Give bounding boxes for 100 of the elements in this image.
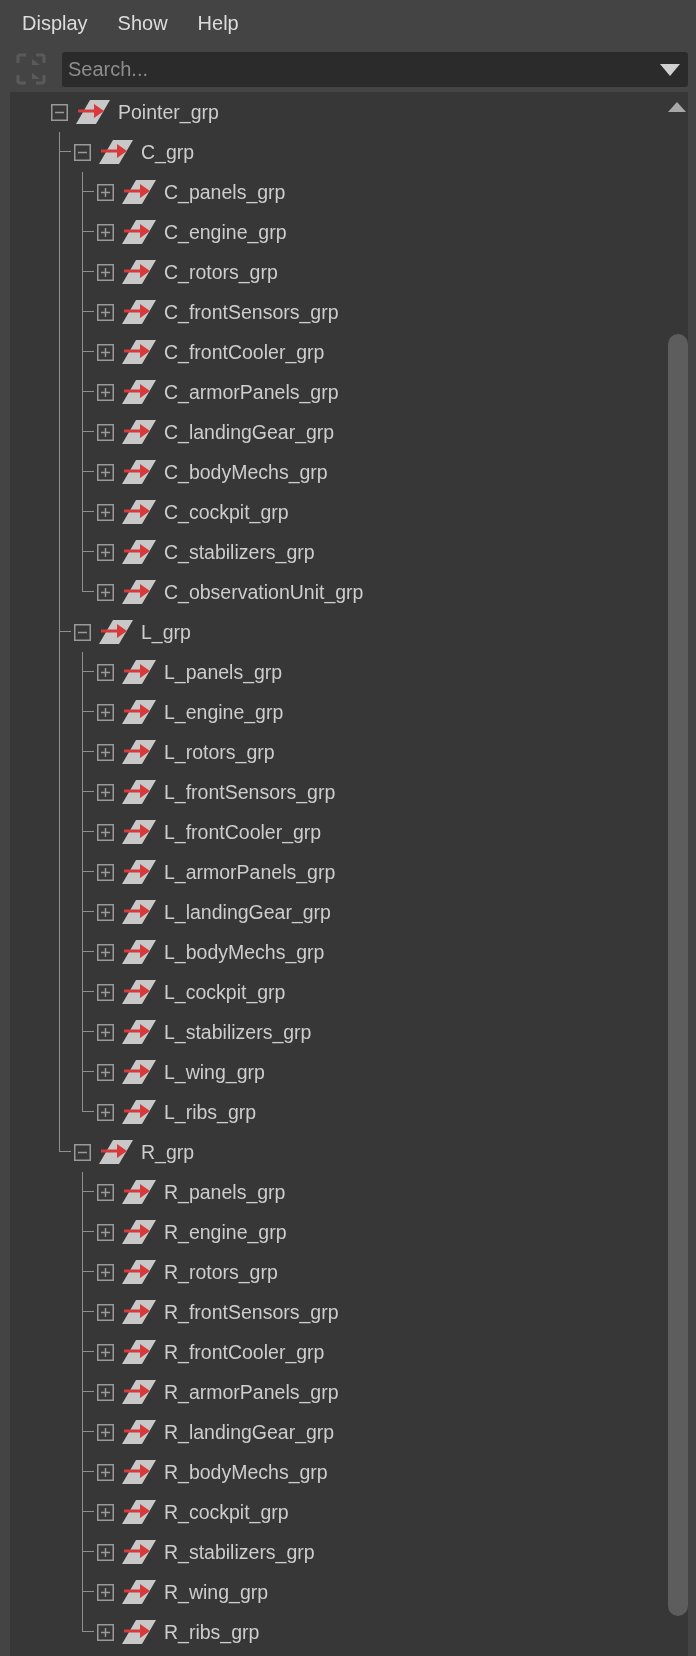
node-label[interactable]: L_bodyMechs_grp <box>164 940 325 964</box>
expand-toggle[interactable] <box>97 1263 114 1281</box>
expand-toggle[interactable] <box>97 1583 114 1601</box>
scroll-up-arrow-icon[interactable] <box>668 102 686 112</box>
expand-toggle[interactable] <box>97 1303 114 1321</box>
transform-arrow-icon <box>122 499 156 525</box>
expand-toggle[interactable] <box>97 783 114 801</box>
expand-toggle[interactable] <box>97 1023 114 1041</box>
expand-toggle[interactable] <box>97 223 114 241</box>
node-label[interactable]: Pointer_grp <box>118 100 219 124</box>
node-label[interactable]: L_grp <box>141 620 191 644</box>
transform-arrow-icon <box>122 1419 156 1445</box>
expand-toggle[interactable] <box>97 423 114 441</box>
node-label[interactable]: C_frontCooler_grp <box>164 340 325 364</box>
expand-toggle[interactable] <box>97 943 114 961</box>
expand-toggle[interactable] <box>97 663 114 681</box>
expand-toggle[interactable] <box>97 543 114 561</box>
transform-arrow-icon <box>122 1299 156 1325</box>
collapse-toggle[interactable] <box>51 103 68 121</box>
expand-toggle[interactable] <box>97 463 114 481</box>
expand-toggle[interactable] <box>97 823 114 841</box>
node-label[interactable]: R_frontCooler_grp <box>164 1340 325 1364</box>
expand-toggle[interactable] <box>97 1183 114 1201</box>
collapse-toggle[interactable] <box>74 143 91 161</box>
transform-arrow-icon <box>122 1179 156 1205</box>
expand-toggle[interactable] <box>97 903 114 921</box>
node-label[interactable]: R_frontSensors_grp <box>164 1300 339 1324</box>
node-label[interactable]: C_grp <box>141 140 195 164</box>
transform-arrow-icon <box>122 419 156 445</box>
transform-arrow-icon <box>122 539 156 565</box>
node-label[interactable]: R_cockpit_grp <box>164 1500 289 1524</box>
expand-toggle[interactable] <box>97 1063 114 1081</box>
expand-toggle[interactable] <box>97 1543 114 1561</box>
node-label[interactable]: L_panels_grp <box>164 660 283 684</box>
node-label[interactable]: C_stabilizers_grp <box>164 540 315 564</box>
menu-item[interactable]: Show <box>117 11 168 35</box>
node-label[interactable]: L_frontCooler_grp <box>164 820 322 844</box>
scrollbar-thumb[interactable] <box>668 334 688 1616</box>
search-field[interactable]: Search... <box>62 51 688 87</box>
node-label[interactable]: R_panels_grp <box>164 1180 286 1204</box>
node-label[interactable]: C_landingGear_grp <box>164 420 335 444</box>
expand-toggle[interactable] <box>97 263 114 281</box>
node-label[interactable]: L_frontSensors_grp <box>164 780 336 804</box>
expand-toggle[interactable] <box>97 383 114 401</box>
node-label[interactable]: R_armorPanels_grp <box>164 1380 339 1404</box>
expand-toggle[interactable] <box>97 1623 114 1641</box>
transform-arrow-icon <box>122 459 156 485</box>
node-label[interactable]: L_wing_grp <box>164 1060 265 1084</box>
node-label[interactable]: L_stabilizers_grp <box>164 1020 312 1044</box>
node-label[interactable]: C_engine_grp <box>164 220 287 244</box>
expand-toggle[interactable] <box>97 183 114 201</box>
node-label[interactable]: R_engine_grp <box>164 1220 287 1244</box>
node-label[interactable]: L_armorPanels_grp <box>164 860 336 884</box>
expand-toggle[interactable] <box>97 703 114 721</box>
transform-arrow-icon <box>99 1139 133 1165</box>
expand-toggle[interactable] <box>97 503 114 521</box>
transform-arrow-icon <box>122 779 156 805</box>
expand-toggle[interactable] <box>97 303 114 321</box>
node-label[interactable]: R_grp <box>141 1140 195 1164</box>
expand-toggle[interactable] <box>97 1423 114 1441</box>
transform-arrow-icon <box>122 179 156 205</box>
node-label[interactable]: C_cockpit_grp <box>164 500 289 524</box>
expand-toggle[interactable] <box>97 983 114 1001</box>
transform-arrow-icon <box>122 379 156 405</box>
expand-toggle[interactable] <box>97 343 114 361</box>
menu-item[interactable]: Display <box>22 11 88 35</box>
node-label[interactable]: L_landingGear_grp <box>164 900 331 924</box>
node-label[interactable]: C_observationUnit_grp <box>164 580 364 604</box>
expand-toggle[interactable] <box>97 1503 114 1521</box>
transform-arrow-icon <box>122 1219 156 1245</box>
node-label[interactable]: C_frontSensors_grp <box>164 300 339 324</box>
expand-toggle[interactable] <box>97 743 114 761</box>
node-label[interactable]: R_wing_grp <box>164 1580 269 1604</box>
transform-arrow-icon <box>122 219 156 245</box>
collapse-toggle[interactable] <box>74 623 91 641</box>
node-label[interactable]: C_armorPanels_grp <box>164 380 339 404</box>
node-label[interactable]: C_panels_grp <box>164 180 286 204</box>
node-label[interactable]: C_rotors_grp <box>164 260 278 284</box>
node-label[interactable]: L_cockpit_grp <box>164 980 286 1004</box>
node-label[interactable]: L_rotors_grp <box>164 740 275 764</box>
node-label[interactable]: R_rotors_grp <box>164 1260 278 1284</box>
node-label[interactable]: R_ribs_grp <box>164 1620 260 1644</box>
transform-arrow-icon <box>122 1339 156 1365</box>
node-label[interactable]: R_landingGear_grp <box>164 1420 335 1444</box>
expand-toggle[interactable] <box>97 1103 114 1121</box>
expand-toggle[interactable] <box>97 583 114 601</box>
expand-toggle[interactable] <box>97 863 114 881</box>
node-label[interactable]: R_stabilizers_grp <box>164 1540 315 1564</box>
expand-toggle[interactable] <box>97 1343 114 1361</box>
node-label[interactable]: C_bodyMechs_grp <box>164 460 328 484</box>
collapse-toggle[interactable] <box>74 1143 91 1161</box>
node-label[interactable]: L_ribs_grp <box>164 1100 257 1124</box>
transform-arrow-icon <box>122 579 156 605</box>
expand-toggle[interactable] <box>97 1463 114 1481</box>
expand-toggle[interactable] <box>97 1383 114 1401</box>
dropdown-caret-icon[interactable] <box>660 63 680 76</box>
expand-toggle[interactable] <box>97 1223 114 1241</box>
menu-item[interactable]: Help <box>197 11 239 35</box>
node-label[interactable]: R_bodyMechs_grp <box>164 1460 328 1484</box>
node-label[interactable]: L_engine_grp <box>164 700 284 724</box>
